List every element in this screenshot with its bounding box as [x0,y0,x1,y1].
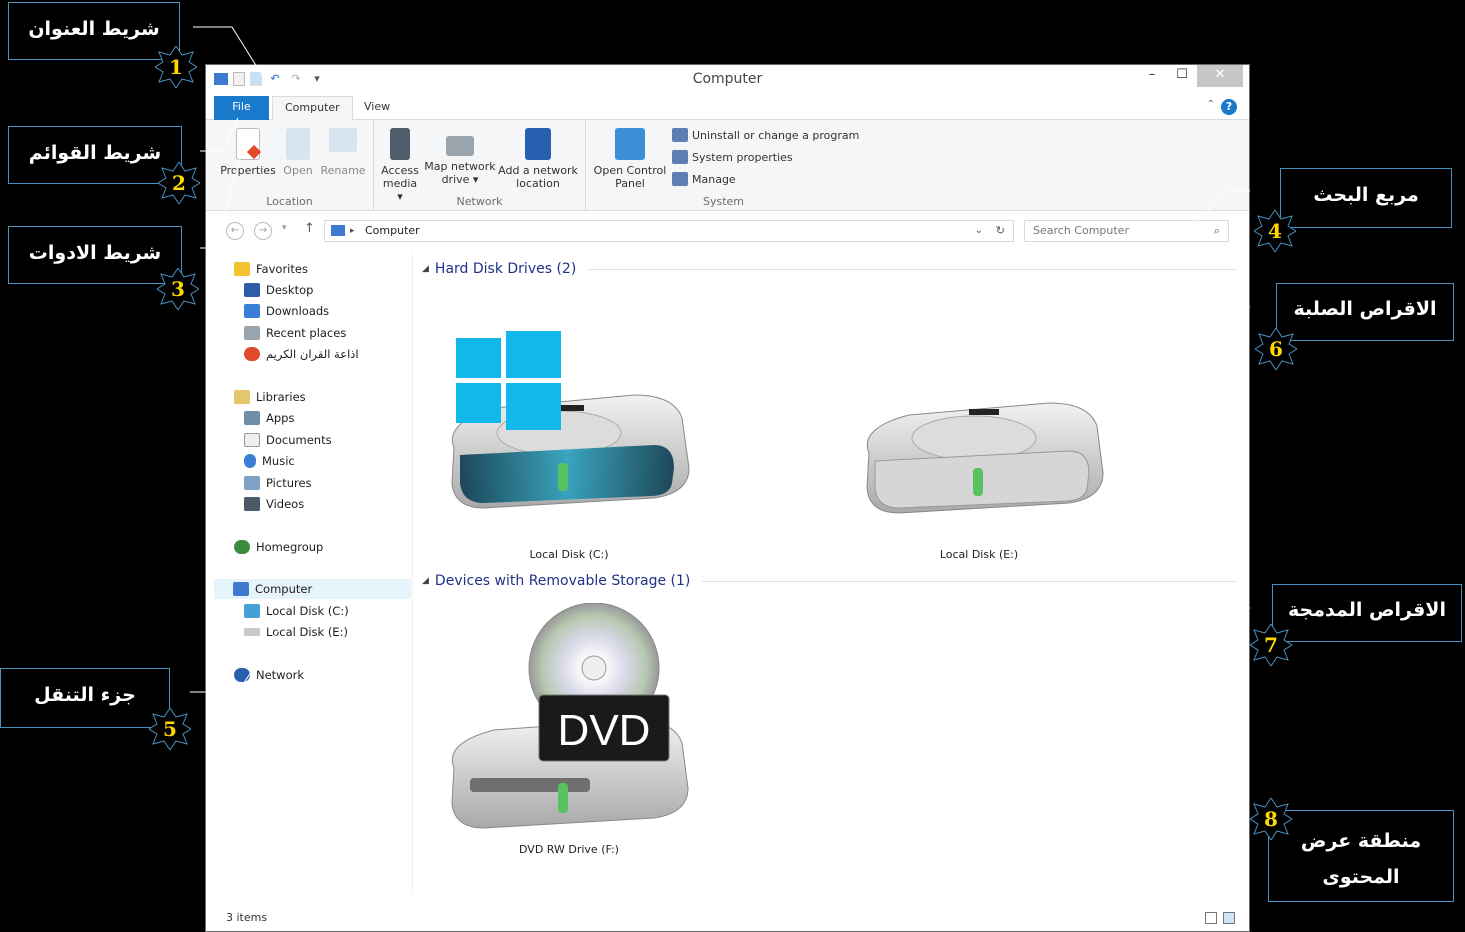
badge-8: 8 [1250,798,1292,840]
badge-3: 3 [157,268,199,310]
badge-7: 7 [1250,624,1292,666]
callout-connectors [190,26,1250,839]
callout-hard-disks: الاقراص الصلبة [1276,283,1454,341]
callout-text: شريط القوائم [28,142,162,164]
badge-number: 3 [171,277,185,301]
badge-number: 7 [1264,633,1278,657]
badge-number: 5 [163,717,177,741]
badge-5: 5 [149,708,191,750]
callout-text: منطقة عرض المحتوى [1300,830,1422,888]
callout-optical-discs: الاقراص المدمجة [1272,584,1462,642]
badge-number: 2 [172,171,186,195]
callout-text: جزء التنقل [34,684,136,706]
badge-number: 4 [1268,219,1282,243]
badge-6: 6 [1255,328,1297,370]
callout-text: شريط الادوات [28,242,162,264]
callout-text: شريط العنوان [28,18,160,40]
badge-number: 8 [1264,807,1278,831]
callout-content-area: منطقة عرض المحتوى [1268,810,1454,902]
badge-2: 2 [158,162,200,204]
badge-1: 1 [155,46,197,88]
badge-number: 6 [1269,337,1283,361]
callout-toolbar: شريط الادوات [8,226,182,284]
callout-navigation-pane: جزء التنقل [0,668,170,728]
callout-text: الاقراص المدمجة [1288,599,1446,621]
callout-search-box: مربع البحث [1280,168,1452,228]
badge-4: 4 [1254,210,1296,252]
callout-text: الاقراص الصلبة [1293,298,1437,320]
badge-number: 1 [169,55,183,79]
callout-text: مربع البحث [1313,184,1419,206]
callout-menu-bar: شريط القوائم [8,126,182,184]
